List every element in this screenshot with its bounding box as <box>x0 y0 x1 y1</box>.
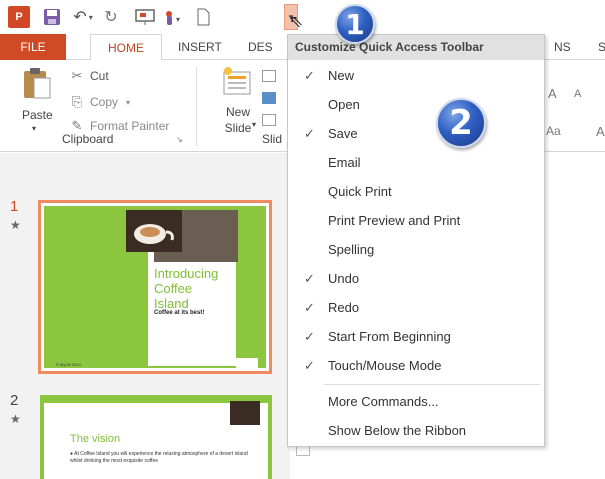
copy-icon: ⎘ <box>71 94 83 109</box>
callout-2: 2 <box>436 98 486 148</box>
menu-separator <box>324 384 540 385</box>
slide2-text: ● At Coffee Island you will experience t… <box>70 451 248 464</box>
slide2-title: The vision <box>70 433 121 445</box>
menu-item-label: Show Below the Ribbon <box>328 423 467 438</box>
font-color-button[interactable]: A <box>596 124 605 139</box>
checkmark-icon: ✓ <box>304 126 315 141</box>
menu-item-label: Open <box>328 97 360 112</box>
menu-item-save[interactable]: ✓ Save <box>288 119 544 148</box>
slide-thumbnail-2[interactable]: The vision ● At Coffee Island you will e… <box>40 395 272 479</box>
callout-1: 1 <box>335 4 375 44</box>
paste-icon[interactable] <box>22 66 52 100</box>
tab-slideshow[interactable]: S <box>588 34 605 60</box>
slides-group-label: Slid <box>262 132 283 146</box>
menu-item-label: New <box>328 68 355 83</box>
animation-star-icon: ★ <box>10 218 21 232</box>
menu-item-label: More Commands... <box>328 394 439 409</box>
menu-item-new[interactable]: ✓ New <box>288 61 544 90</box>
customize-qat-menu: Customize Quick Access Toolbar ✓ New Open… <box>287 34 545 447</box>
tab-home[interactable]: HOME <box>90 34 162 61</box>
checkmark-icon: ✓ <box>304 271 315 286</box>
menu-item-label: Save <box>328 126 358 141</box>
menu-item-quick-print[interactable]: Quick Print <box>288 177 544 206</box>
copy-button[interactable]: ⎘ Copy ▾ <box>68 94 130 110</box>
tab-insert[interactable]: INSERT <box>168 34 232 60</box>
menu-item-label: Start From Beginning <box>328 329 451 344</box>
menu-item-redo[interactable]: ✓ Redo <box>288 293 544 322</box>
new-slide-dropdown-icon[interactable]: ▾ <box>252 120 256 129</box>
group-separator <box>196 66 197 146</box>
menu-item-show-below-ribbon[interactable]: Show Below the Ribbon <box>288 416 544 445</box>
menu-item-undo[interactable]: ✓ Undo <box>288 264 544 293</box>
menu-header: Customize Quick Access Toolbar <box>288 35 544 60</box>
tab-animations[interactable]: NS <box>544 34 581 60</box>
slide-number-1: 1 <box>10 198 19 215</box>
copy-label: Copy <box>90 95 119 109</box>
slide1-logo <box>236 358 258 368</box>
menu-item-label: Redo <box>328 300 360 315</box>
copy-dropdown-icon[interactable]: ▾ <box>126 98 130 107</box>
coffee-cup-image <box>230 401 260 425</box>
menu-item-label: Quick Print <box>328 184 392 199</box>
new-slide-button[interactable]: New Slide <box>220 104 256 136</box>
save-icon[interactable] <box>42 6 62 28</box>
menu-item-label: Undo <box>328 271 360 286</box>
menu-item-print-preview[interactable]: Print Preview and Print <box>288 206 544 235</box>
touch-mode-icon[interactable]: ▾ <box>160 6 186 28</box>
shrink-font-button[interactable]: A <box>574 88 581 100</box>
menu-item-email[interactable]: Email <box>288 148 544 177</box>
paste-button[interactable]: Paste <box>22 108 53 122</box>
section-icon[interactable] <box>262 114 276 126</box>
slide1-subtitle: Coffee at its best! <box>154 310 205 316</box>
menu-item-more-commands[interactable]: More Commands... <box>288 387 544 416</box>
tab-design[interactable]: DES <box>238 34 283 60</box>
scissors-icon: ✂ <box>71 68 83 83</box>
clipboard-group-label: Clipboard <box>62 132 114 146</box>
menu-item-touch-mouse-mode[interactable]: ✓ Touch/Mouse Mode <box>288 351 544 380</box>
start-from-beginning-icon[interactable] <box>134 6 156 28</box>
paste-dropdown-icon[interactable]: ▾ <box>32 124 36 133</box>
slide-thumbnail-1[interactable]: Introducing Coffee Island Coffee at its … <box>38 200 272 374</box>
dialog-launcher-icon[interactable]: ↘ <box>176 135 183 144</box>
powerpoint-logo-icon: P <box>8 6 30 28</box>
menu-item-label: Print Preview and Print <box>328 213 461 228</box>
menu-item-label: Touch/Mouse Mode <box>328 358 442 373</box>
tab-file[interactable]: FILE <box>0 34 66 60</box>
new-slide-icon[interactable] <box>222 66 252 96</box>
menu-item-label: Spelling <box>328 242 375 257</box>
menu-item-label: Email <box>328 155 361 170</box>
grow-font-button[interactable]: A <box>548 86 557 101</box>
animation-star-icon: ★ <box>10 412 21 426</box>
checkmark-icon: ✓ <box>304 358 315 373</box>
slide1-title: Introducing Coffee Island <box>154 266 219 311</box>
format-painter-label: Format Painter <box>90 119 170 133</box>
coffee-cup-image <box>126 210 182 252</box>
menu-item-open[interactable]: Open <box>288 90 544 119</box>
cut-label: Cut <box>90 69 109 83</box>
cut-button[interactable]: ✂ Cut <box>68 68 109 84</box>
layout-icon[interactable] <box>262 70 276 82</box>
change-case-button[interactable]: Aa <box>546 124 561 138</box>
menu-item-spelling[interactable]: Spelling <box>288 235 544 264</box>
redo-icon[interactable]: ↻ <box>102 6 120 28</box>
undo-icon[interactable]: ↶ ▾ <box>70 6 96 28</box>
svg-text:▾: ▾ <box>176 15 180 24</box>
mouse-cursor-icon: ⇖ <box>289 12 304 31</box>
slide-background: Introducing Coffee Island Coffee at its … <box>44 206 266 368</box>
reset-icon[interactable] <box>262 92 276 104</box>
menu-item-start-from-beginning[interactable]: ✓ Start From Beginning <box>288 322 544 351</box>
checkmark-icon: ✓ <box>304 329 315 344</box>
checkmark-icon: ✓ <box>304 300 315 315</box>
new-icon[interactable] <box>194 6 212 28</box>
checkmark-icon: ✓ <box>304 68 315 83</box>
slide1-footer: © MyOff 2013 <box>56 362 81 367</box>
slide-number-2: 2 <box>10 392 19 409</box>
